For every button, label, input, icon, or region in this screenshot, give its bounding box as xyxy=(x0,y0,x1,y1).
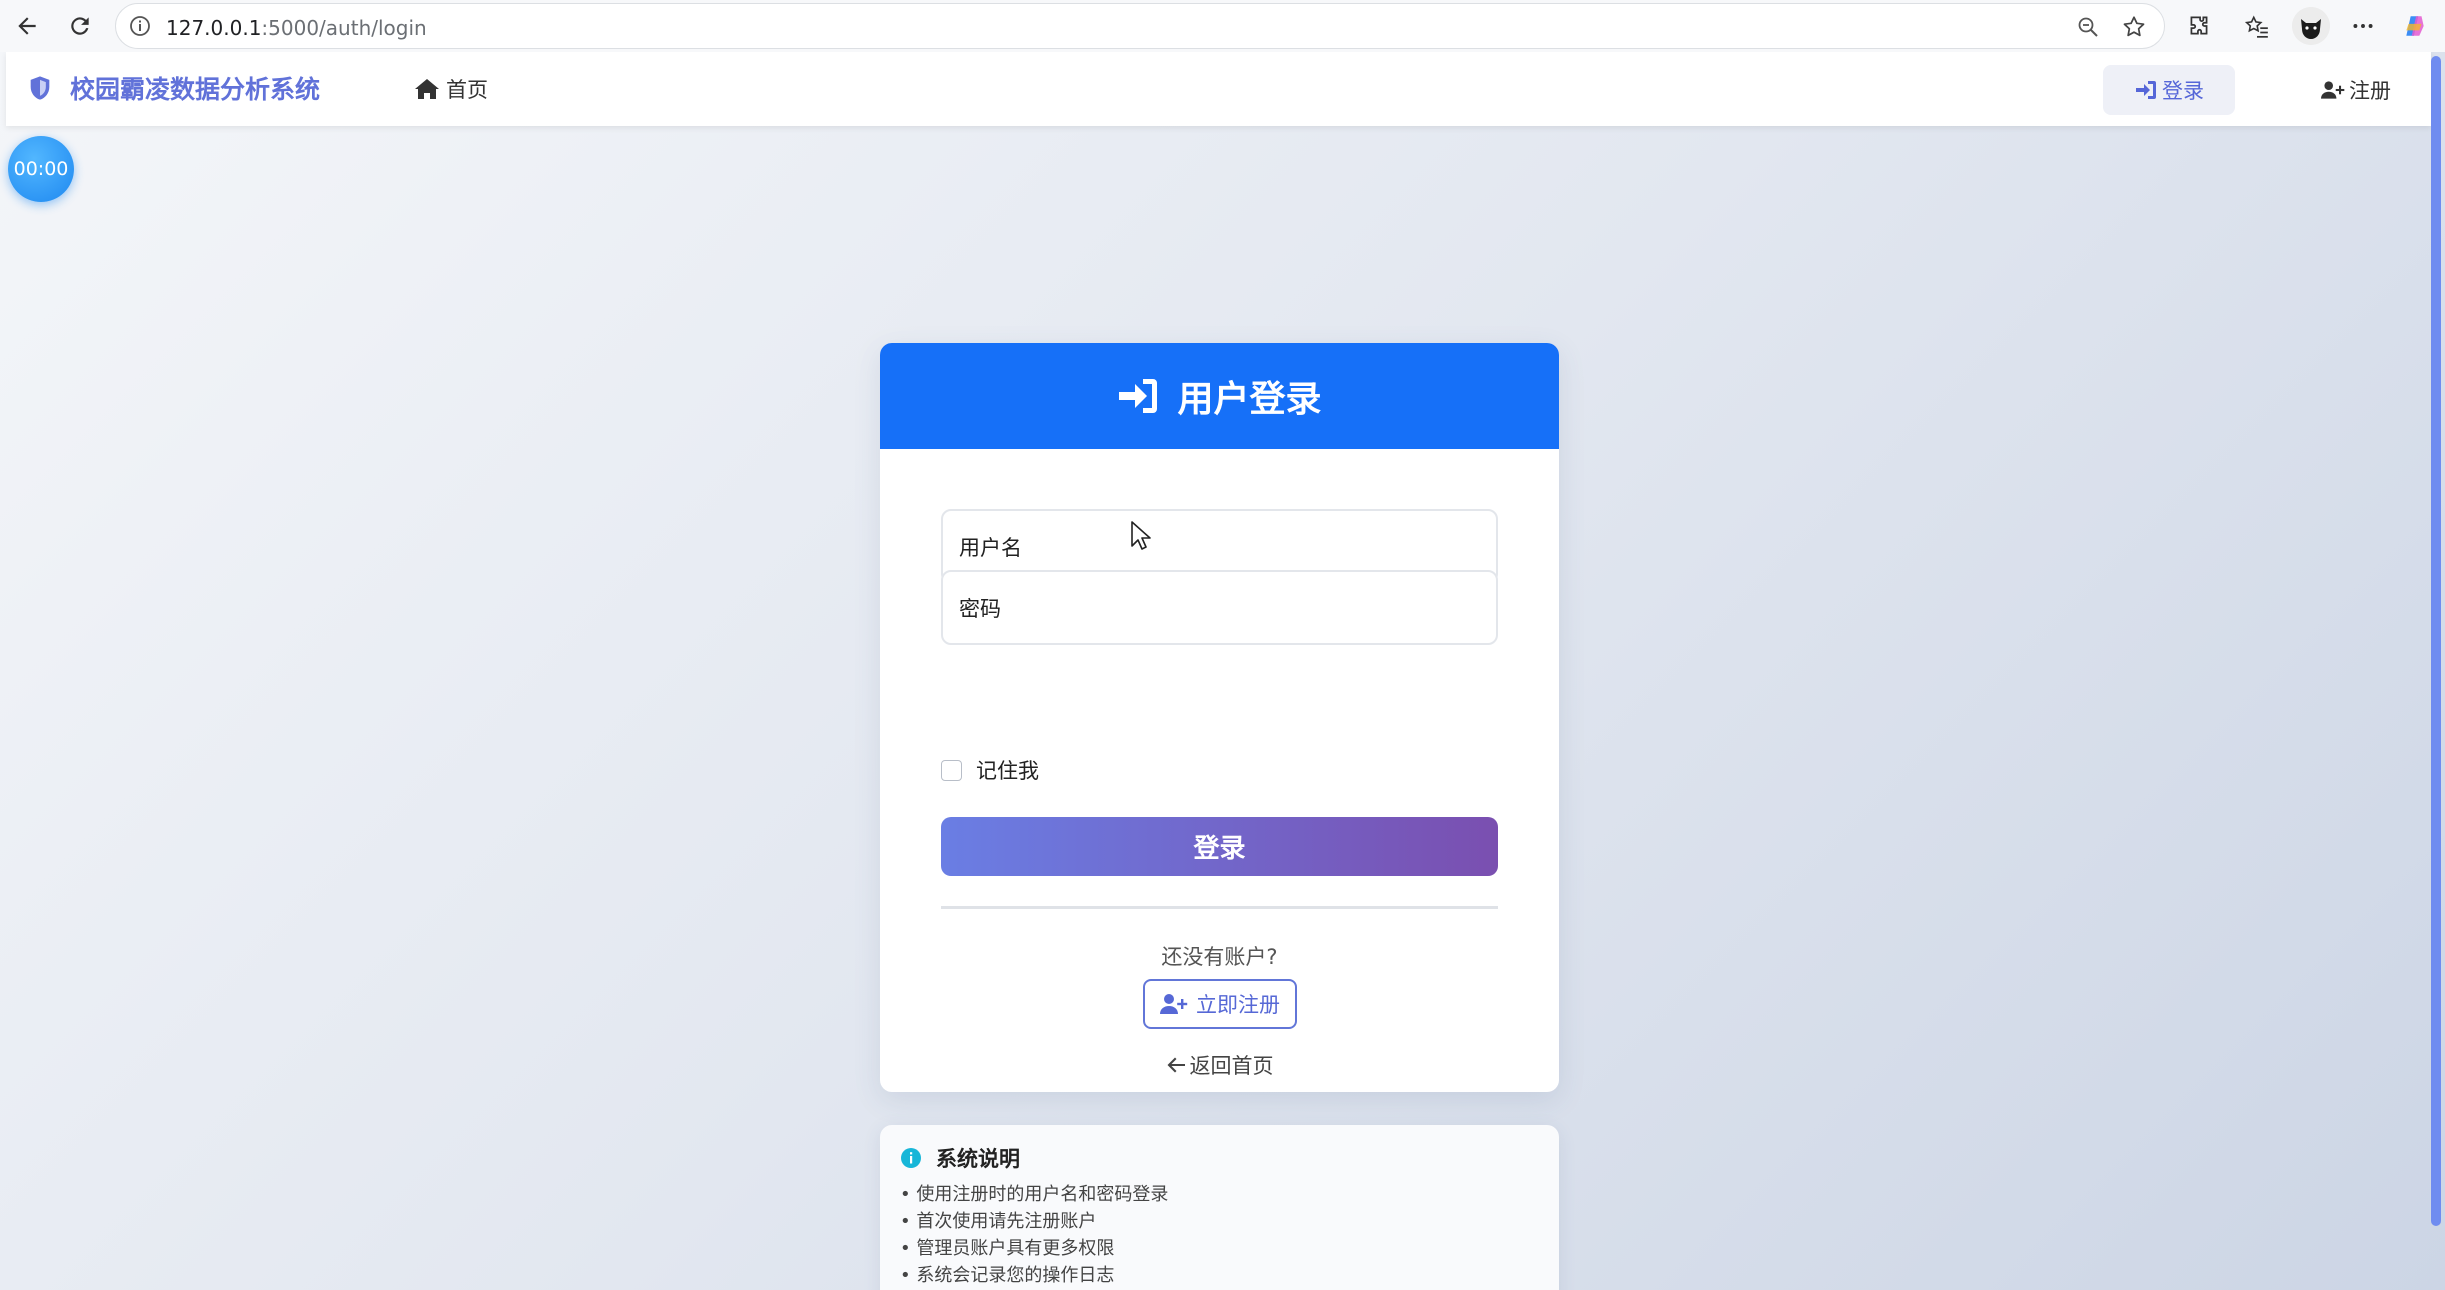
remember-me[interactable]: 记住我 xyxy=(941,755,1039,785)
reload-icon xyxy=(71,17,89,35)
mouse-cursor-icon xyxy=(1131,521,1151,550)
nav-register-link[interactable]: 注册 xyxy=(2291,65,2421,115)
url-text[interactable]: 127.0.0.1:5000/auth/login xyxy=(166,16,427,40)
star-icon[interactable] xyxy=(2121,14,2147,40)
more-dots-icon xyxy=(2353,24,2373,28)
info-title-label: 系统说明 xyxy=(936,1147,1020,1171)
remember-me-checkbox[interactable] xyxy=(941,759,962,781)
profile-avatar[interactable] xyxy=(2292,7,2330,45)
login-card: 用户登录 用户名 密码 记住我 登录 还没有账户? 立即注册 返回首页 xyxy=(880,343,1559,1092)
no-account-text: 还没有账户? xyxy=(1161,945,1278,969)
arrow-left-icon xyxy=(1167,1057,1185,1073)
zoom-out-icon[interactable] xyxy=(2076,15,2100,39)
extensions-button[interactable] xyxy=(2180,7,2218,45)
url-host: 127.0.0.1 xyxy=(166,16,262,40)
favorites-button[interactable] xyxy=(2238,7,2276,45)
cat-avatar-icon xyxy=(2292,7,2330,45)
nav-home-link[interactable]: 首页 xyxy=(414,74,488,104)
login-card-header: 用户登录 xyxy=(880,343,1559,449)
register-now-label: 立即注册 xyxy=(1196,993,1280,1017)
url-path: :5000/auth/login xyxy=(261,16,427,40)
copilot-button[interactable] xyxy=(2396,7,2434,45)
login-title: 用户登录 xyxy=(1177,379,1322,420)
system-info-card: 系统说明 • 使用注册时的用户名和密码登录 • 首次使用请先注册账户 • 管理员… xyxy=(880,1125,1559,1290)
info-list: • 使用注册时的用户名和密码登录 • 首次使用请先注册账户 • 管理员账户具有更… xyxy=(900,1181,1168,1289)
remember-me-label: 记住我 xyxy=(976,759,1039,783)
shield-icon xyxy=(30,76,50,100)
nav-home-label: 首页 xyxy=(446,78,488,102)
sign-in-icon xyxy=(2136,81,2156,99)
page-viewport: 校园霸凌数据分析系统 首页 登录 注册 00:00 用户登录 用户名 密码 记住… xyxy=(0,52,2445,1290)
brand-link[interactable]: 校园霸凌数据分析系统 xyxy=(26,70,320,106)
nav-login-link[interactable]: 登录 xyxy=(2103,65,2235,115)
divider xyxy=(941,906,1498,909)
info-circle-icon xyxy=(901,1148,921,1168)
info-circle-icon[interactable] xyxy=(128,14,152,38)
username-placeholder: 用户名 xyxy=(959,535,1022,560)
more-menu-button[interactable] xyxy=(2344,7,2382,45)
site-navbar: 校园霸凌数据分析系统 首页 登录 注册 xyxy=(6,52,2431,126)
timer-badge[interactable]: 00:00 xyxy=(8,136,74,202)
browser-toolbar: 127.0.0.1:5000/auth/login xyxy=(0,0,2445,52)
user-plus-icon xyxy=(1160,994,1188,1014)
user-plus-icon xyxy=(2321,81,2345,99)
info-item: • 使用注册时的用户名和密码登录 xyxy=(900,1184,1169,1205)
nav-register-label: 注册 xyxy=(2349,79,2391,103)
info-item: • 系统会记录您的操作日志 xyxy=(900,1265,1115,1286)
reload-button[interactable] xyxy=(61,7,99,45)
page-scrollbar[interactable] xyxy=(2431,56,2441,1226)
address-bar[interactable]: 127.0.0.1:5000/auth/login xyxy=(115,3,2165,49)
info-item: • 管理员账户具有更多权限 xyxy=(900,1238,1115,1259)
register-now-button[interactable]: 立即注册 xyxy=(1143,979,1297,1029)
arrow-left-icon xyxy=(18,17,36,35)
home-icon xyxy=(415,79,439,99)
sign-in-icon xyxy=(1119,379,1158,413)
info-item: • 首次使用请先注册账户 xyxy=(900,1211,1097,1232)
info-title: 系统说明 xyxy=(900,1143,1020,1173)
nav-login-label: 登录 xyxy=(2162,79,2204,103)
password-input[interactable]: 密码 xyxy=(941,570,1498,645)
password-placeholder: 密码 xyxy=(959,596,1001,621)
brand-name: 校园霸凌数据分析系统 xyxy=(70,75,321,104)
login-submit-button[interactable]: 登录 xyxy=(941,817,1498,876)
back-button[interactable] xyxy=(8,7,46,45)
copilot-icon xyxy=(2406,16,2424,36)
favorites-list-icon xyxy=(2244,15,2268,38)
puzzle-icon xyxy=(2190,16,2208,35)
back-home-label: 返回首页 xyxy=(1189,1054,1274,1078)
back-home-link[interactable]: 返回首页 xyxy=(880,1050,1559,1080)
